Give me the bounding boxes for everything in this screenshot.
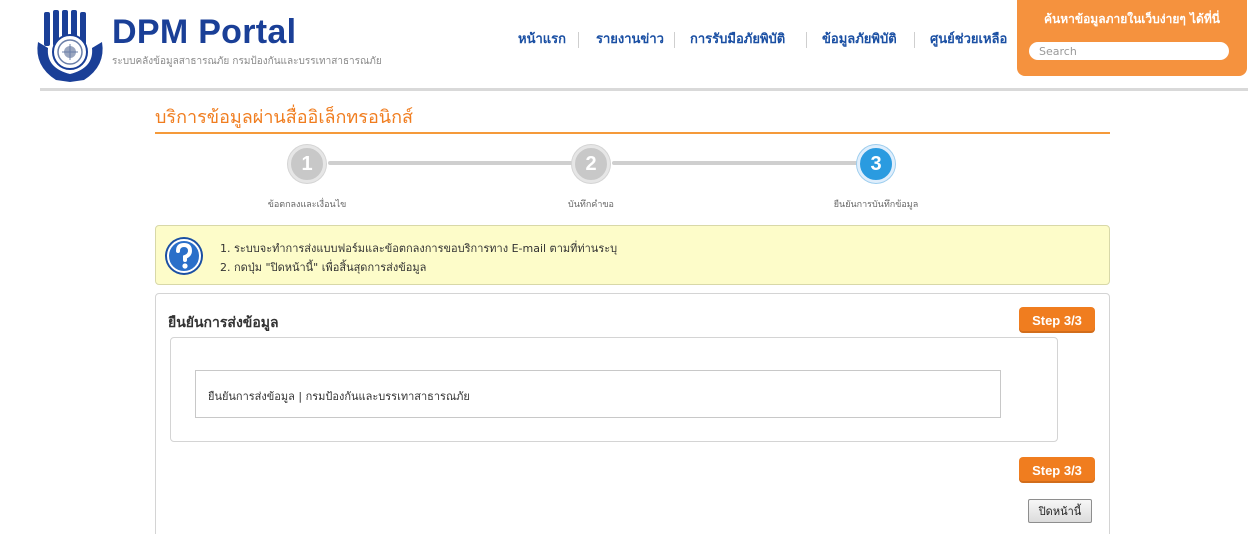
header-divider [40,88,1248,91]
nav-item-disaster-response[interactable]: การรับมือภัยพิบัติ [690,32,785,48]
step-3-label: ยืนยันการบันทึกข้อมูล [833,200,919,210]
nav-item-help-center[interactable]: ศูนย์ช่วยเหลือ [930,32,1007,48]
close-page-button[interactable]: ปิดหน้านี้ [1028,499,1092,523]
confirm-panel: ยืนยันการส่งข้อมูล Step 3/3 ยืนยันการส่ง… [155,293,1110,534]
dpm-logo-emblem[interactable] [32,8,108,84]
step-badge-bottom: Step 3/3 [1019,457,1095,483]
question-mark-icon [165,237,203,275]
confirm-content-box: ยืนยันการส่งข้อมูล | กรมป้องกันและบรรเทา… [170,337,1058,442]
step-progress: 1 2 3 ข้อตกลงและเงื่อนไข บันทึกคำขอ ยืนย… [155,140,1110,210]
step-1-circle: 1 [288,145,326,183]
nav-item-home[interactable]: หน้าแรก [518,32,566,48]
page-title: บริการข้อมูลผ่านสื่ออิเล็กทรอนิกส์ [155,107,413,128]
nav-separator [806,32,807,48]
panel-title: ยืนยันการส่งข้อมูล [168,315,279,331]
title-underline [155,132,1110,134]
confirm-message: ยืนยันการส่งข้อมูล | กรมป้องกันและบรรเทา… [208,390,470,403]
nav-separator [674,32,675,48]
confirm-message-box: ยืนยันการส่งข้อมูล | กรมป้องกันและบรรเทา… [195,370,1001,418]
site-header: DPM Portal ระบบคลังข้อมูลสาธารณภัย กรมป้… [0,0,1248,91]
search-title: ค้นหาข้อมูลภายในเว็บง่ายๆ ได้ที่นี่ [1044,12,1220,26]
nav-separator [914,32,915,48]
nav-item-disaster-data[interactable]: ข้อมูลภัยพิบัติ [822,32,897,48]
info-box: 1. ระบบจะทำการส่งแบบฟอร์มและข้อตกลงการขอ… [155,225,1110,285]
info-line-1: 1. ระบบจะทำการส่งแบบฟอร์มและข้อตกลงการขอ… [220,242,618,255]
step-connector [612,161,874,165]
nav-separator [578,32,579,48]
search-input[interactable] [1029,42,1229,60]
step-3-circle: 3 [857,145,895,183]
step-connector [328,161,590,165]
brand-title[interactable]: DPM Portal [112,14,296,50]
step-2-circle: 2 [572,145,610,183]
brand-subtitle: ระบบคลังข้อมูลสาธารณภัย กรมป้องกันและบรร… [112,56,382,67]
step-2-label: บันทึกคำขอ [568,200,614,210]
search-panel: ค้นหาข้อมูลภายในเว็บง่ายๆ ได้ที่นี่ [1017,0,1247,76]
nav-item-news[interactable]: รายงานข่าว [596,32,664,48]
page-root: DPM Portal ระบบคลังข้อมูลสาธารณภัย กรมป้… [0,0,1248,534]
step-1-label: ข้อตกลงและเงื่อนไข [267,200,347,210]
info-line-2: 2. กดปุ่ม "ปิดหน้านี้" เพื่อสิ้นสุดการส่… [220,261,427,274]
step-badge-top: Step 3/3 [1019,307,1095,333]
